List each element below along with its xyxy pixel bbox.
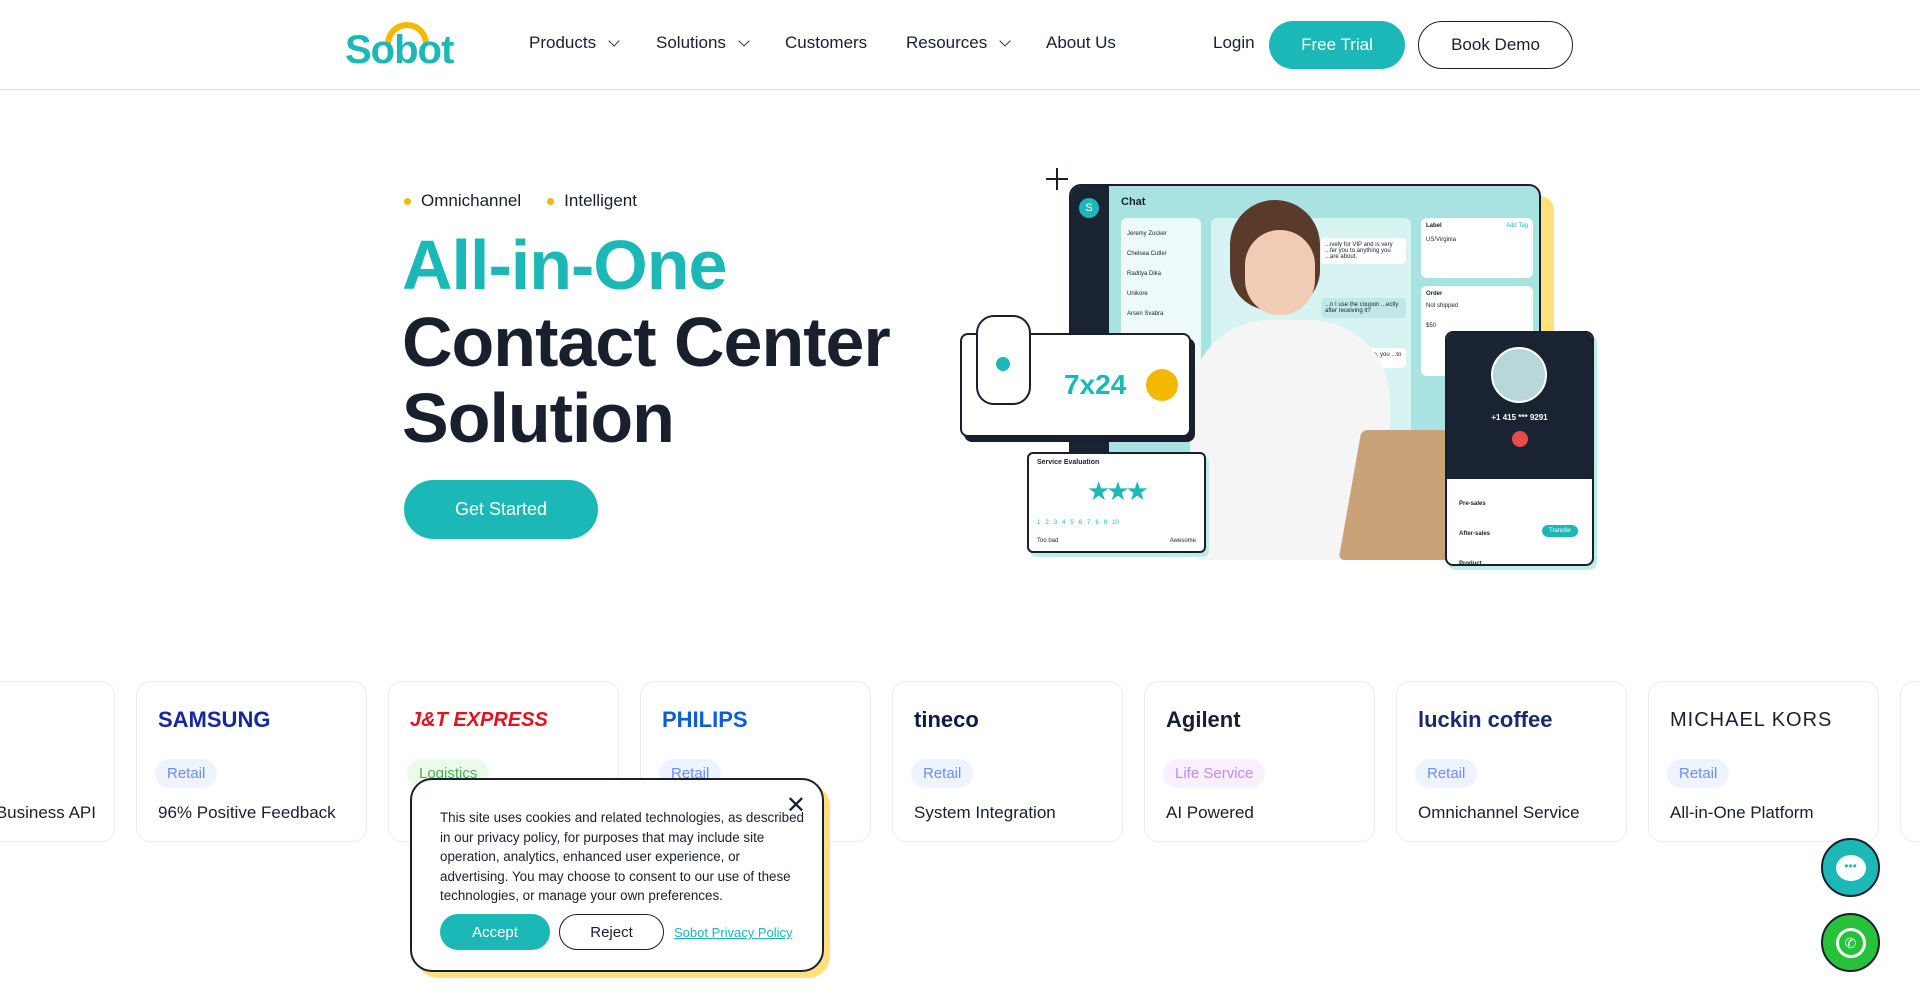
caller-avatar <box>1491 347 1547 403</box>
chevron-down-icon <box>999 34 1011 47</box>
hero-title-line1: All-in-One <box>402 226 727 304</box>
login-label: Login <box>1213 33 1255 52</box>
chat-title: Chat <box>1121 196 1146 208</box>
live-chat-button[interactable]: ••• <box>1821 838 1880 897</box>
customer-logo: J&T EXPRESS <box>410 708 548 731</box>
customer-card[interactable]: SAMSUNG Retail 96% Positive Feedback <box>136 681 367 842</box>
nav-label: Solutions <box>656 33 726 52</box>
robot-icon <box>976 315 1031 405</box>
customer-highlight: 96% Positive Feedback <box>158 803 336 822</box>
chat-bubble-icon: ••• <box>1835 854 1866 881</box>
nav-label: About Us <box>1046 33 1116 52</box>
agent-face <box>1245 230 1315 315</box>
tag-label: Omnichannel <box>421 191 522 210</box>
nav-label: Customers <box>785 33 868 52</box>
industry-tag: Retail <box>155 759 218 788</box>
nav-products[interactable]: Products <box>529 33 620 53</box>
chevron-down-icon <box>738 34 750 47</box>
industry-tag: Retail <box>1667 759 1730 788</box>
industry-tag: Retail <box>911 759 974 788</box>
hero-title-line2: Contact Center <box>402 303 891 381</box>
customer-card[interactable]: luckin coffee Retail Omnichannel Service <box>1396 681 1627 842</box>
hangup-icon <box>1512 431 1528 447</box>
stars-icon: ★★★ <box>1087 476 1149 506</box>
customer-highlight: Omnichannel Service <box>1418 803 1580 822</box>
industry-tag: Retail <box>1415 759 1478 788</box>
customer-highlight: AI Powered <box>1166 803 1254 822</box>
cookie-text: This site uses cookies and related techn… <box>440 810 804 903</box>
hero-illustration: S Chat Jeremy Zucker Chelsea Cutler Radity… <box>960 160 1600 570</box>
nav-label: Resources <box>906 33 988 52</box>
customer-logo: Agilent <box>1166 707 1241 732</box>
accept-button[interactable]: Accept <box>440 914 550 950</box>
customer-card[interactable]: Agilent Life Service AI Powered <box>1144 681 1375 842</box>
get-started-button[interactable]: Get Started <box>404 480 598 539</box>
sobot-logo[interactable]: Sobot <box>345 22 465 72</box>
privacy-policy-link[interactable]: Sobot Privacy Policy <box>674 925 793 940</box>
customer-card[interactable]: MICHAEL KORS Retail All-in-One Platform <box>1648 681 1879 842</box>
customer-logo: MICHAEL KORS <box>1670 708 1833 731</box>
phone-call-card: +1 415 *** 9291 Pre-sales After-sales Prod… <box>1445 331 1594 566</box>
customer-card[interactable]: Business API <box>0 681 115 842</box>
customer-card[interactable]: tineco Retail System Integration <box>892 681 1123 842</box>
sparkle-icon <box>1046 168 1068 190</box>
whatsapp-button[interactable]: ✆ <box>1821 913 1880 972</box>
tag-label: Intelligent <box>564 191 637 210</box>
reject-button[interactable]: Reject <box>559 914 664 950</box>
label-panel: Label Add Tag US/Virginia <box>1421 218 1533 278</box>
whatsapp-icon: ✆ <box>1835 927 1866 958</box>
nav-customers[interactable]: Customers <box>785 33 867 53</box>
bullet-icon <box>547 197 555 205</box>
clock-icon <box>1146 369 1178 401</box>
tag-omnichannel: Omnichannel <box>404 191 521 211</box>
badge-247: 7x24 <box>1064 369 1127 400</box>
customer-logo: SAMSUNG <box>158 707 271 732</box>
customer-logo: PHILIPS <box>662 707 748 732</box>
hero-tags: Omnichannel Intelligent <box>404 191 637 211</box>
cookie-consent-dialog: ✕ This site uses cookies and related tec… <box>410 778 824 972</box>
customer-highlight: System Integration <box>914 803 1056 822</box>
nav-about-us[interactable]: About Us <box>1046 33 1116 53</box>
service-evaluation-card: Service Evaluation ★★★ 1 2 3 4 5 6 7 8 9 10 Too b… <box>1027 452 1206 553</box>
hero-title-line3: Solution <box>402 379 675 457</box>
customer-highlight: Business API <box>0 803 96 822</box>
book-demo-button[interactable]: Book Demo <box>1418 21 1573 69</box>
site-header: Sobot Products Solutions Customers Resou… <box>0 0 1920 90</box>
tag-intelligent: Intelligent <box>547 191 637 211</box>
industry-tag: Life Service <box>1163 759 1266 788</box>
nav-resources[interactable]: Resources <box>906 33 1011 53</box>
customer-logo: luckin coffee <box>1418 707 1553 732</box>
customer-card[interactable] <box>1900 681 1920 842</box>
robot-247-card: 7x24 <box>960 315 1191 437</box>
nav-label: Products <box>529 33 597 52</box>
chevron-down-icon <box>608 34 620 47</box>
nav-solutions[interactable]: Solutions <box>656 33 750 53</box>
bullet-icon <box>404 197 411 205</box>
customer-highlight: All-in-One Platform <box>1670 803 1814 822</box>
free-trial-button[interactable]: Free Trial <box>1269 21 1405 69</box>
logo-text: Sobot <box>345 28 454 72</box>
customer-logo: tineco <box>914 707 979 732</box>
login-link[interactable]: Login <box>1213 33 1255 53</box>
